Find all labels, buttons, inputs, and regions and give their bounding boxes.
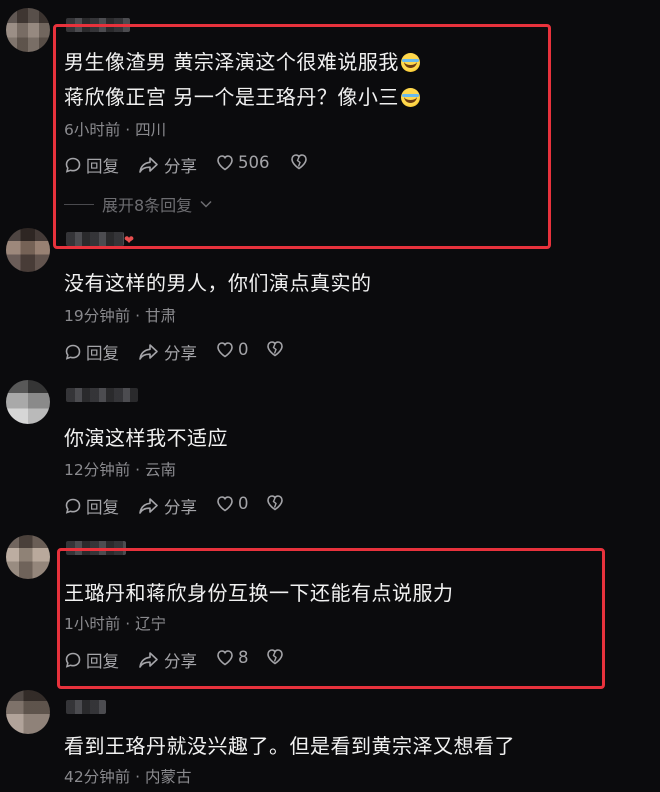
reply-bubble-icon [65, 344, 81, 360]
avatar[interactable] [6, 228, 50, 272]
reply-button[interactable]: 回复 [64, 340, 119, 364]
comment-text: 看到王珞丹就没兴趣了。但是看到黄宗泽又想看了 [64, 734, 515, 758]
comment-meta: 19分钟前 · 甘肃 [64, 307, 177, 325]
username-blurred[interactable] [66, 700, 106, 714]
avatar[interactable] [6, 380, 50, 424]
broken-heart-icon [267, 341, 283, 357]
share-button[interactable]: 分享 [138, 340, 197, 364]
username-blurred[interactable] [66, 388, 138, 402]
avatar[interactable] [6, 690, 50, 734]
username-blurred[interactable] [66, 232, 124, 246]
heart-icon [217, 342, 233, 358]
like-button[interactable]: 0 [216, 340, 249, 359]
like-count: 0 [238, 494, 249, 513]
share-arrow-icon [139, 498, 158, 514]
reply-button[interactable]: 回复 [64, 494, 119, 518]
comment-actions: 回复 分享 0 [64, 494, 364, 518]
reply-bubble-icon [65, 498, 81, 514]
like-button[interactable]: 0 [216, 494, 249, 513]
dislike-button[interactable] [266, 494, 284, 511]
broken-heart-icon [267, 495, 283, 511]
avatar[interactable] [6, 535, 50, 579]
like-count: 0 [238, 340, 249, 359]
comment-text: 你演这样我不适应 [64, 426, 228, 450]
comment-text: 没有这样的男人，你们演点真实的 [64, 271, 372, 295]
comment-meta: 42分钟前 · 内蒙古 [64, 768, 192, 786]
comment-actions: 回复 分享 0 [64, 340, 364, 364]
highlight-box [57, 548, 605, 689]
heart-badge-icon: ❤ [124, 233, 135, 247]
avatar[interactable] [6, 8, 50, 52]
share-arrow-icon [139, 344, 158, 360]
dislike-button[interactable] [266, 340, 284, 357]
highlight-box [53, 24, 551, 249]
heart-icon [217, 496, 233, 512]
comment-meta: 12分钟前 · 云南 [64, 461, 177, 479]
share-button[interactable]: 分享 [138, 494, 197, 518]
